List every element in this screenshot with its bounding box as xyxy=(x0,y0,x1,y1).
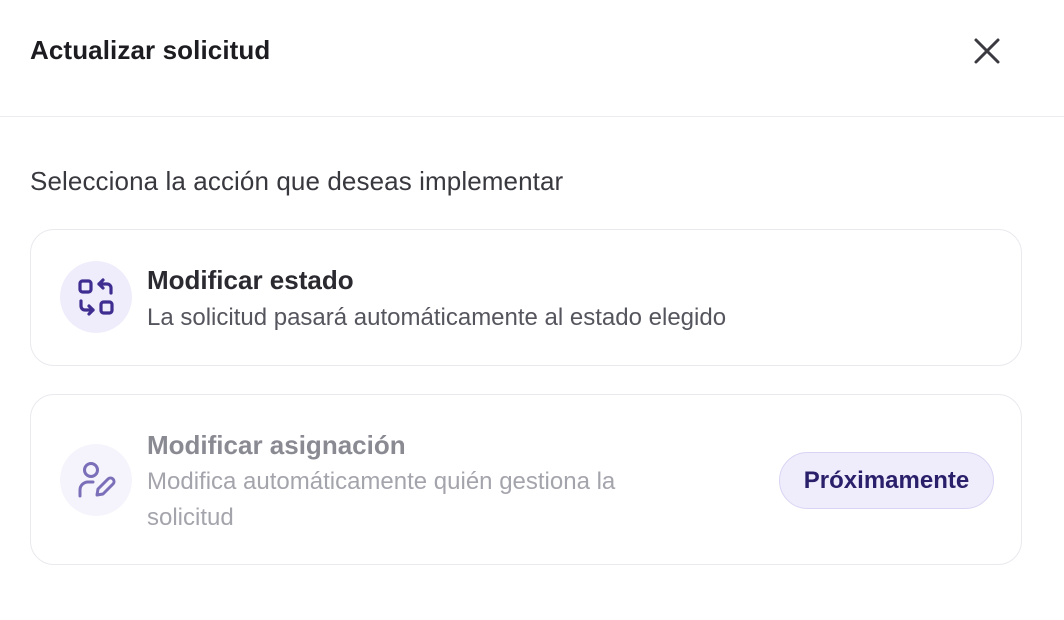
option-modify-status[interactable]: Modificar estado La solicitud pasará aut… xyxy=(30,229,1022,366)
option-title: Modificar estado xyxy=(147,265,354,295)
update-request-dialog: Actualizar solicitud Selecciona la acció… xyxy=(0,0,1064,620)
option-title: Modificar asignación xyxy=(147,430,406,460)
close-icon xyxy=(974,38,1000,64)
close-button[interactable] xyxy=(966,30,1008,72)
action-prompt: Selecciona la acción que deseas implemen… xyxy=(30,166,564,196)
dialog-title: Actualizar solicitud xyxy=(30,35,271,65)
option-description: La solicitud pasará automáticamente al e… xyxy=(147,304,727,331)
option-description: Modifica automáticamente quién gestiona … xyxy=(147,468,616,531)
user-edit-icon xyxy=(60,444,132,516)
swap-status-icon xyxy=(60,261,132,333)
option-modify-assignment: Modificar asignación Modifica automática… xyxy=(30,394,1022,565)
dialog-header: Actualizar solicitud xyxy=(0,0,1064,117)
coming-soon-badge: Próximamente xyxy=(779,452,994,509)
